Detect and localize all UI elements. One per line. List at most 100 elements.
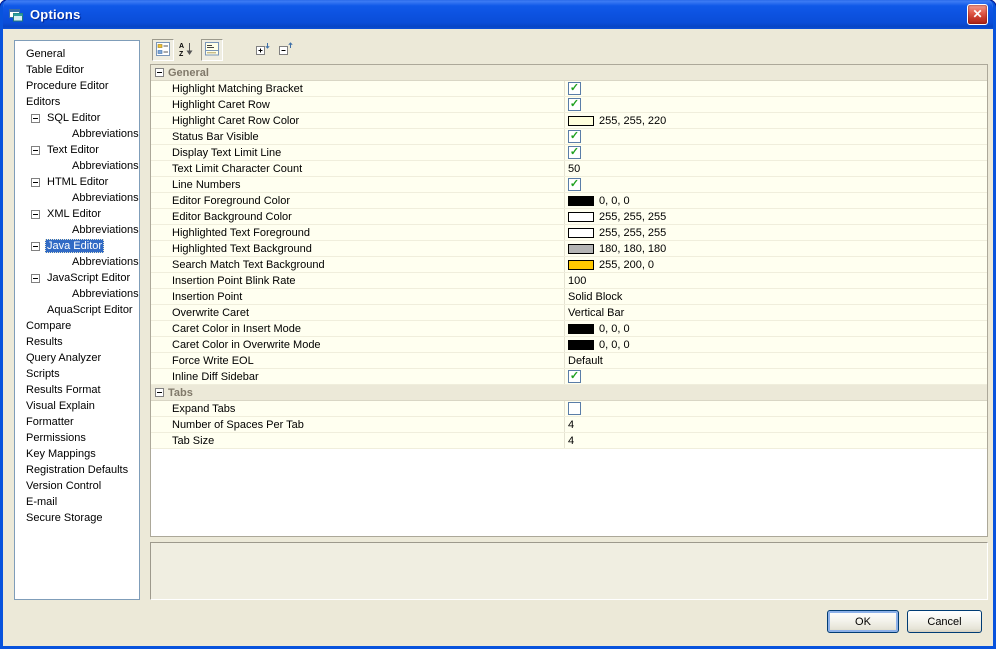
property-row-search-match-text-background[interactable]: Search Match Text Background 255, 200, 0	[151, 257, 987, 273]
sidebar-item-formatter[interactable]: Formatter	[15, 414, 139, 430]
category-collapse-icon[interactable]	[155, 388, 164, 397]
property-value[interactable]: ✓	[565, 97, 987, 112]
sidebar-item-results-format[interactable]: Results Format	[15, 382, 139, 398]
sidebar-item-abbreviations[interactable]: Abbreviations	[15, 126, 139, 142]
property-value[interactable]	[565, 401, 987, 416]
property-value[interactable]: 255, 255, 255	[565, 209, 987, 224]
property-value[interactable]: ✓	[565, 129, 987, 144]
property-row-text-limit-character-count[interactable]: Text Limit Character Count 50	[151, 161, 987, 177]
checkbox-checked-icon[interactable]: ✓	[568, 82, 581, 95]
property-value[interactable]: 4	[565, 417, 987, 432]
alphabetical-sort-button[interactable]: AZ	[175, 39, 197, 61]
expand-all-button[interactable]	[252, 39, 274, 61]
property-value[interactable]: 100	[565, 273, 987, 288]
sidebar-item-text-editor[interactable]: Text Editor	[15, 142, 139, 158]
sidebar-item-editors[interactable]: Editors	[15, 94, 139, 110]
property-value[interactable]: Vertical Bar	[565, 305, 987, 320]
property-row-number-of-spaces-per-tab[interactable]: Number of Spaces Per Tab 4	[151, 417, 987, 433]
sidebar-item-abbreviations[interactable]: Abbreviations	[15, 158, 139, 174]
sidebar-item-table-editor[interactable]: Table Editor	[15, 62, 139, 78]
property-row-editor-background-color[interactable]: Editor Background Color 255, 255, 255	[151, 209, 987, 225]
color-swatch[interactable]	[568, 339, 594, 350]
sidebar-item-query-analyzer[interactable]: Query Analyzer	[15, 350, 139, 366]
sidebar-item-abbreviations[interactable]: Abbreviations	[15, 222, 139, 238]
sidebar-item-abbreviations[interactable]: Abbreviations	[15, 286, 139, 302]
property-value[interactable]: 255, 255, 255	[565, 225, 987, 240]
ok-button[interactable]: OK	[827, 610, 899, 633]
property-value[interactable]: 255, 255, 220	[565, 113, 987, 128]
checkbox-checked-icon[interactable]: ✓	[568, 370, 581, 383]
category-row-tabs[interactable]: Tabs	[151, 385, 987, 401]
sidebar-item-javascript-editor[interactable]: JavaScript Editor	[15, 270, 139, 286]
titlebar[interactable]: Options ✕	[3, 0, 993, 29]
sidebar-item-results[interactable]: Results	[15, 334, 139, 350]
sidebar-item-secure-storage[interactable]: Secure Storage	[15, 510, 139, 526]
collapse-minus-icon[interactable]	[31, 177, 40, 187]
color-swatch[interactable]	[568, 227, 594, 238]
property-row-expand-tabs[interactable]: Expand Tabs	[151, 401, 987, 417]
property-value[interactable]: 180, 180, 180	[565, 241, 987, 256]
checkbox-checked-icon[interactable]: ✓	[568, 98, 581, 111]
property-value[interactable]: ✓	[565, 81, 987, 96]
collapse-all-button[interactable]	[275, 39, 297, 61]
property-value[interactable]: ✓	[565, 177, 987, 192]
property-value[interactable]: 50	[565, 161, 987, 176]
property-value[interactable]: Default	[565, 353, 987, 368]
cancel-button[interactable]: Cancel	[907, 610, 982, 633]
collapse-minus-icon[interactable]	[31, 145, 40, 155]
sidebar-item-procedure-editor[interactable]: Procedure Editor	[15, 78, 139, 94]
property-value[interactable]: Solid Block	[565, 289, 987, 304]
property-value[interactable]: 0, 0, 0	[565, 337, 987, 352]
color-swatch[interactable]	[568, 195, 594, 206]
property-row-highlighted-text-background[interactable]: Highlighted Text Background 180, 180, 180	[151, 241, 987, 257]
checkbox-unchecked-icon[interactable]	[568, 402, 581, 415]
category-row-general[interactable]: General	[151, 65, 987, 81]
property-row-highlight-matching-bracket[interactable]: Highlight Matching Bracket ✓	[151, 81, 987, 97]
property-row-insertion-point-blink-rate[interactable]: Insertion Point Blink Rate 100	[151, 273, 987, 289]
color-swatch[interactable]	[568, 323, 594, 334]
property-value[interactable]: 4	[565, 433, 987, 448]
property-value[interactable]: 255, 200, 0	[565, 257, 987, 272]
color-swatch[interactable]	[568, 259, 594, 270]
property-row-overwrite-caret[interactable]: Overwrite Caret Vertical Bar	[151, 305, 987, 321]
property-row-caret-color-in-overwrite-mode[interactable]: Caret Color in Overwrite Mode 0, 0, 0	[151, 337, 987, 353]
sidebar-item-html-editor[interactable]: HTML Editor	[15, 174, 139, 190]
show-description-button[interactable]	[201, 39, 223, 61]
collapse-minus-icon[interactable]	[31, 113, 40, 123]
sidebar-item-xml-editor[interactable]: XML Editor	[15, 206, 139, 222]
sidebar-item-aquascript-editor[interactable]: AquaScript Editor	[15, 302, 139, 318]
sidebar-item-visual-explain[interactable]: Visual Explain	[15, 398, 139, 414]
sidebar-item-registration-defaults[interactable]: Registration Defaults	[15, 462, 139, 478]
property-row-caret-color-in-insert-mode[interactable]: Caret Color in Insert Mode 0, 0, 0	[151, 321, 987, 337]
sidebar-item-abbreviations[interactable]: Abbreviations	[15, 190, 139, 206]
property-value[interactable]: ✓	[565, 145, 987, 160]
color-swatch[interactable]	[568, 115, 594, 126]
property-row-force-write-eol[interactable]: Force Write EOL Default	[151, 353, 987, 369]
sidebar-item-general[interactable]: General	[15, 46, 139, 62]
sidebar-item-permissions[interactable]: Permissions	[15, 430, 139, 446]
close-button[interactable]: ✕	[967, 4, 988, 25]
property-row-display-text-limit-line[interactable]: Display Text Limit Line ✓	[151, 145, 987, 161]
property-value[interactable]: ✓	[565, 369, 987, 384]
sidebar-item-scripts[interactable]: Scripts	[15, 366, 139, 382]
property-row-tab-size[interactable]: Tab Size 4	[151, 433, 987, 449]
color-swatch[interactable]	[568, 243, 594, 254]
property-row-highlight-caret-row-color[interactable]: Highlight Caret Row Color 255, 255, 220	[151, 113, 987, 129]
collapse-minus-icon[interactable]	[31, 273, 40, 283]
sidebar-item-key-mappings[interactable]: Key Mappings	[15, 446, 139, 462]
categorized-view-button[interactable]	[152, 39, 174, 61]
checkbox-checked-icon[interactable]: ✓	[568, 130, 581, 143]
sidebar-item-compare[interactable]: Compare	[15, 318, 139, 334]
property-row-highlight-caret-row[interactable]: Highlight Caret Row ✓	[151, 97, 987, 113]
checkbox-checked-icon[interactable]: ✓	[568, 146, 581, 159]
property-row-highlighted-text-foreground[interactable]: Highlighted Text Foreground 255, 255, 255	[151, 225, 987, 241]
color-swatch[interactable]	[568, 211, 594, 222]
property-value[interactable]: 0, 0, 0	[565, 321, 987, 336]
property-row-insertion-point[interactable]: Insertion Point Solid Block	[151, 289, 987, 305]
category-collapse-icon[interactable]	[155, 68, 164, 77]
property-row-line-numbers[interactable]: Line Numbers ✓	[151, 177, 987, 193]
sidebar-item-e-mail[interactable]: E-mail	[15, 494, 139, 510]
sidebar-item-abbreviations[interactable]: Abbreviations	[15, 254, 139, 270]
sidebar-item-sql-editor[interactable]: SQL Editor	[15, 110, 139, 126]
property-value[interactable]: 0, 0, 0	[565, 193, 987, 208]
